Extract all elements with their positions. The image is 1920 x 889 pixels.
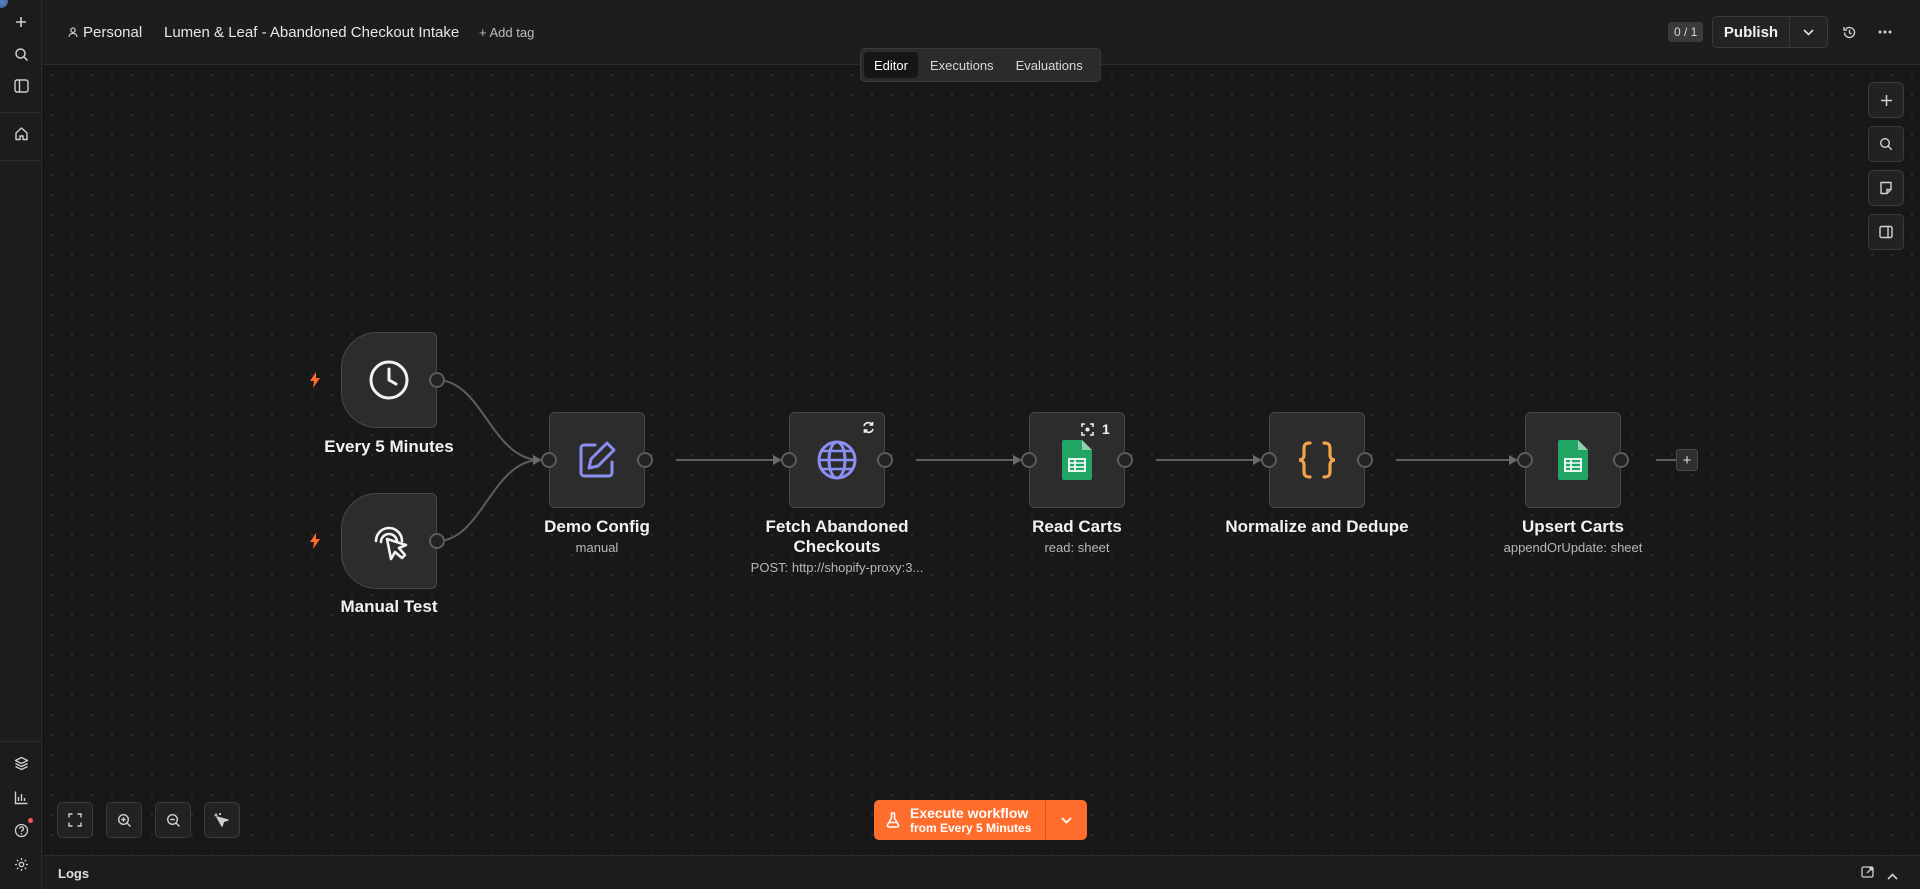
- left-rail: [0, 0, 42, 889]
- add-icon[interactable]: [10, 11, 32, 33]
- tidy-up-button[interactable]: [204, 802, 240, 838]
- tab-evaluations[interactable]: Evaluations: [1006, 52, 1093, 78]
- workflow-title[interactable]: Lumen & Leaf - Abandoned Checkout Intake: [164, 24, 459, 41]
- search-icon[interactable]: [10, 43, 32, 65]
- zoom-out-icon: [166, 813, 180, 827]
- node-label: Upsert Carts: [1521, 517, 1625, 536]
- history-icon[interactable]: [1838, 21, 1860, 43]
- edit-icon: [579, 441, 616, 478]
- chevron-down-icon: [1803, 28, 1814, 36]
- fit-view-button[interactable]: [57, 802, 93, 838]
- output-port[interactable]: [1357, 452, 1373, 468]
- insights-chart-icon[interactable]: [10, 786, 32, 808]
- home-icon[interactable]: [10, 122, 32, 144]
- google-sheets-icon: [1558, 440, 1588, 480]
- execute-workflow-button-group: Execute workflow from Every 5 Minutes: [874, 800, 1087, 840]
- trigger-bolt-icon: [308, 532, 322, 555]
- execute-dropdown-button[interactable]: [1046, 800, 1087, 840]
- connection-lines: [436, 379, 1686, 542]
- search-icon: [1879, 137, 1893, 151]
- pin-data-icon: [1081, 422, 1094, 436]
- output-port[interactable]: [637, 452, 653, 468]
- add-tag-link[interactable]: + Add tag: [479, 25, 534, 40]
- node-subtitle: POST: http://shopify-proxy:3...: [750, 560, 924, 575]
- tab-editor[interactable]: Editor: [864, 52, 918, 78]
- trigger-bolt-icon: [308, 371, 322, 394]
- execute-label: Execute workflow: [910, 805, 1029, 821]
- plus-icon: [1880, 94, 1892, 106]
- node-subtitle: read: sheet: [1044, 540, 1110, 555]
- input-port[interactable]: [1261, 452, 1277, 468]
- panel-right-icon: [1879, 225, 1893, 239]
- open-nodes-panel-button[interactable]: [1868, 82, 1904, 118]
- item-count: 1: [1102, 421, 1110, 437]
- retry-icon: [862, 421, 875, 434]
- node-manual-test[interactable]: [341, 493, 437, 589]
- output-port[interactable]: [877, 452, 893, 468]
- add-node-button[interactable]: +: [1676, 449, 1698, 471]
- publish-dropdown-button[interactable]: [1790, 17, 1827, 47]
- input-port[interactable]: [1021, 452, 1037, 468]
- publish-button-group: Publish: [1712, 16, 1828, 48]
- node-subtitle: manual: [575, 540, 619, 555]
- braces-icon: [1298, 441, 1336, 479]
- tab-executions[interactable]: Executions: [920, 52, 1004, 78]
- node-label-line2: Checkouts: [793, 537, 881, 556]
- node-label: Read Carts: [1032, 517, 1122, 536]
- version-counter: 0 / 1: [1668, 22, 1704, 42]
- settings-gear-icon[interactable]: [10, 853, 32, 875]
- node-label: Demo Config: [544, 517, 650, 536]
- clock-icon: [369, 360, 409, 400]
- zoom-out-button[interactable]: [155, 802, 191, 838]
- chevron-up-icon[interactable]: [1887, 867, 1898, 885]
- logs-label: Logs: [58, 866, 90, 881]
- output-port[interactable]: [1117, 452, 1133, 468]
- toggle-side-panel-button[interactable]: [1868, 214, 1904, 250]
- more-options-icon[interactable]: [1874, 21, 1896, 43]
- node-label: Manual Test: [340, 597, 438, 616]
- view-tabs: Editor Executions Evaluations: [860, 48, 1101, 82]
- templates-icon[interactable]: [10, 752, 32, 774]
- pointer-click-icon: [374, 526, 408, 561]
- fit-view-icon: [68, 813, 82, 827]
- chevron-down-icon: [1061, 816, 1072, 824]
- node-demo-config[interactable]: [549, 412, 645, 508]
- input-port[interactable]: [781, 452, 797, 468]
- flask-icon: [886, 812, 900, 828]
- node-read-carts[interactable]: [1029, 412, 1125, 508]
- magic-wand-icon: [214, 813, 229, 827]
- node-label: Every 5 Minutes: [324, 437, 454, 456]
- node-normalize-and-dedupe[interactable]: [1269, 412, 1365, 508]
- zoom-in-icon: [117, 813, 131, 827]
- logs-panel-bar[interactable]: Logs: [42, 855, 1920, 889]
- output-port[interactable]: [429, 372, 445, 388]
- logo-mark: [0, 0, 8, 8]
- node-upsert-carts[interactable]: [1525, 412, 1621, 508]
- output-port[interactable]: [429, 533, 445, 549]
- canvas-search-button[interactable]: [1868, 126, 1904, 162]
- node-every-5-minutes[interactable]: [341, 332, 437, 428]
- pinned-data-badge: 1: [1081, 421, 1110, 437]
- sidebar-toggle-icon[interactable]: [10, 75, 32, 97]
- execute-from-label: from Every 5 Minutes: [910, 821, 1032, 835]
- globe-icon: [817, 440, 857, 480]
- add-sticky-note-button[interactable]: [1868, 170, 1904, 206]
- execute-workflow-button[interactable]: Execute workflow from Every 5 Minutes: [874, 800, 1046, 840]
- notification-dot: [28, 818, 33, 823]
- output-port[interactable]: [1613, 452, 1629, 468]
- node-subtitle: appendOrUpdate: sheet: [1503, 540, 1643, 555]
- workflow-canvas[interactable]: Every 5 Minutes Manual Test Demo Config …: [42, 65, 1920, 855]
- zoom-in-button[interactable]: [106, 802, 142, 838]
- user-icon: [68, 27, 78, 38]
- node-label-line1: Fetch Abandoned: [765, 517, 909, 536]
- google-sheets-icon: [1062, 440, 1092, 480]
- input-port[interactable]: [1517, 452, 1533, 468]
- publish-button[interactable]: Publish: [1713, 17, 1790, 47]
- breadcrumb-project[interactable]: Personal: [68, 24, 142, 41]
- pop-out-icon[interactable]: [1861, 865, 1875, 884]
- node-label: Normalize and Dedupe: [1225, 517, 1409, 536]
- project-name: Personal: [83, 24, 143, 41]
- sticky-note-icon: [1880, 181, 1892, 195]
- input-port[interactable]: [541, 452, 557, 468]
